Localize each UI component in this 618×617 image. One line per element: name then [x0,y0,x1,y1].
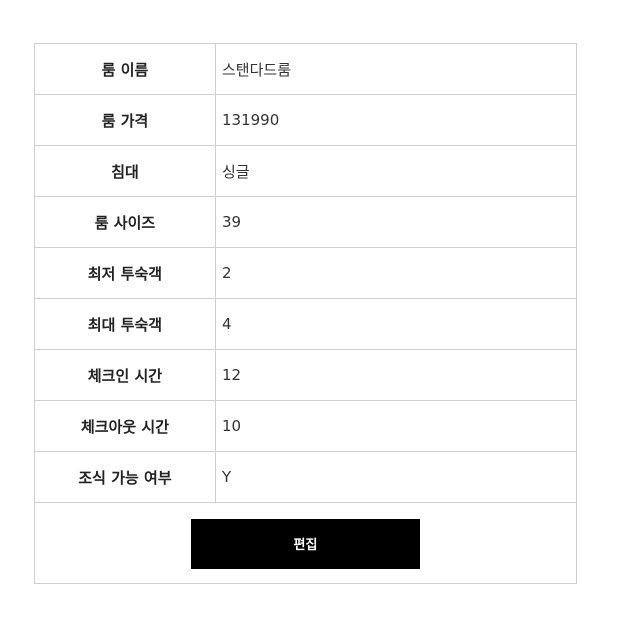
table-row-breakfast: 조식 가능 여부 Y [34,451,577,503]
min-guests-label: 최저 투숙객 [34,247,216,299]
table-row-bed: 침대 싱글 [34,145,577,197]
room-name-value: 스탠다드룸 [215,43,577,95]
table-row-room-name: 룸 이름 스탠다드룸 [34,43,577,95]
checkin-time-label: 체크인 시간 [34,349,216,401]
bed-value: 싱글 [215,145,577,197]
room-price-value: 131990 [215,94,577,146]
table-row-checkout-time: 체크아웃 시간 10 [34,400,577,452]
max-guests-label: 최대 투숙객 [34,298,216,350]
bed-label: 침대 [34,145,216,197]
checkin-time-value: 12 [215,349,577,401]
breakfast-label: 조식 가능 여부 [34,451,216,503]
room-size-value: 39 [215,196,577,248]
breakfast-value: Y [215,451,577,503]
room-price-label: 룸 가격 [34,94,216,146]
max-guests-value: 4 [215,298,577,350]
room-name-label: 룸 이름 [34,43,216,95]
checkout-time-value: 10 [215,400,577,452]
room-detail-panel: 룸 이름 스탠다드룸 룸 가격 131990 침대 싱글 룸 사이즈 39 최저… [34,43,577,584]
table-row-max-guests: 최대 투숙객 4 [34,298,577,350]
min-guests-value: 2 [215,247,577,299]
table-row-room-price: 룸 가격 131990 [34,94,577,146]
actions-cell: 편집 [34,502,577,584]
table-row-actions: 편집 [34,502,577,584]
room-detail-table: 룸 이름 스탠다드룸 룸 가격 131990 침대 싱글 룸 사이즈 39 최저… [34,43,577,584]
table-row-room-size: 룸 사이즈 39 [34,196,577,248]
table-row-min-guests: 최저 투숙객 2 [34,247,577,299]
edit-button[interactable]: 편집 [191,519,420,569]
room-size-label: 룸 사이즈 [34,196,216,248]
checkout-time-label: 체크아웃 시간 [34,400,216,452]
table-row-checkin-time: 체크인 시간 12 [34,349,577,401]
